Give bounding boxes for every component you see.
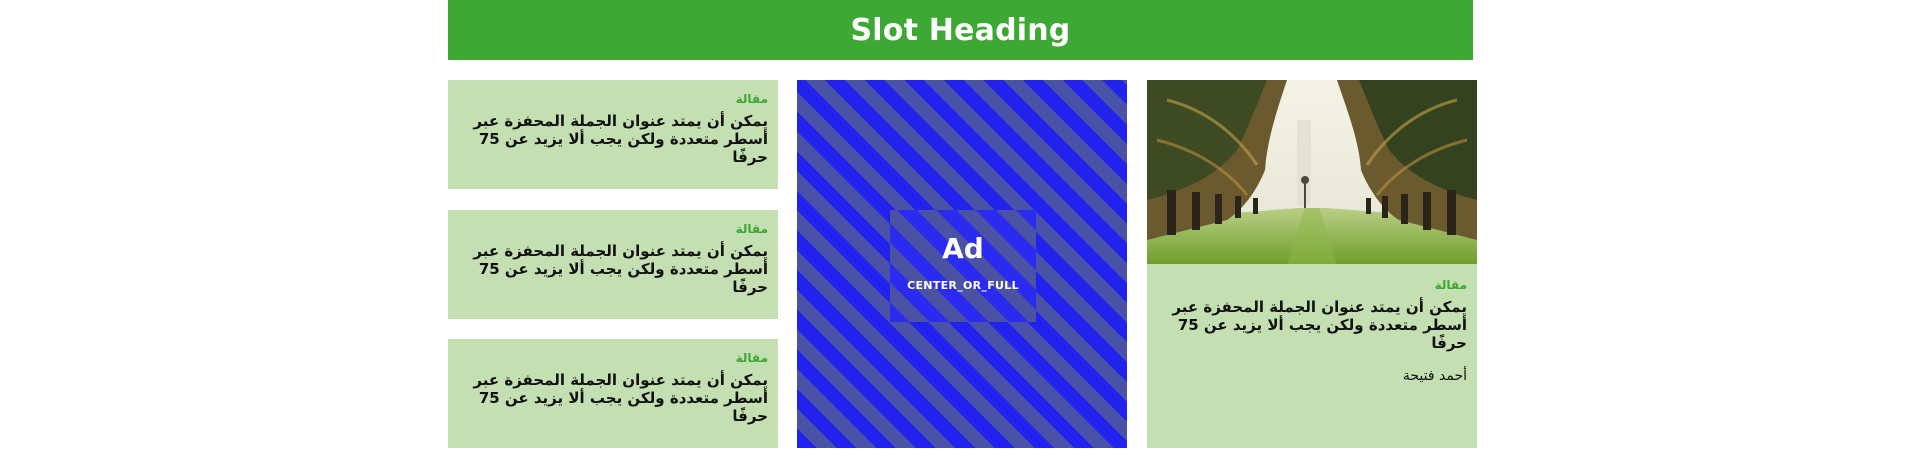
feature-label: مقالة	[1434, 278, 1467, 292]
ad-placeholder: Ad CENTER_OR_FULL	[890, 210, 1036, 322]
slot-heading-bar: Slot Heading	[448, 0, 1473, 60]
article-card[interactable]: مقالة يمكن أن يمتد عنوان الجملة المحفزة …	[448, 210, 778, 319]
article-label: مقالة	[735, 222, 768, 236]
palm-avenue-illustration	[1147, 80, 1477, 264]
ad-slot[interactable]: Ad CENTER_OR_FULL	[797, 80, 1127, 448]
feature-article-card[interactable]: مقالة يمكن أن يمتد عنوان الجملة المحفزة …	[1147, 80, 1477, 448]
article-label: مقالة	[735, 351, 768, 365]
article-headline[interactable]: يمكن أن يمتد عنوان الجملة المحفزة عبر أس…	[458, 242, 768, 296]
article-card[interactable]: مقالة يمكن أن يمتد عنوان الجملة المحفزة …	[448, 339, 778, 448]
slot-heading: Slot Heading	[850, 12, 1071, 48]
feature-headline[interactable]: يمكن أن يمتد عنوان الجملة المحفزة عبر أس…	[1157, 298, 1467, 352]
feature-author[interactable]: أحمد فتيحة	[1157, 368, 1467, 384]
article-card[interactable]: مقالة يمكن أن يمتد عنوان الجملة المحفزة …	[448, 80, 778, 189]
feature-body: مقالة يمكن أن يمتد عنوان الجملة المحفزة …	[1147, 264, 1477, 448]
article-headline[interactable]: يمكن أن يمتد عنوان الجملة المحفزة عبر أس…	[458, 371, 768, 425]
article-label: مقالة	[735, 92, 768, 106]
ad-title: Ad	[942, 232, 984, 265]
article-headline[interactable]: يمكن أن يمتد عنوان الجملة المحفزة عبر أس…	[458, 112, 768, 166]
ad-placement-label: CENTER_OR_FULL	[907, 279, 1019, 292]
feature-image[interactable]	[1147, 80, 1477, 264]
